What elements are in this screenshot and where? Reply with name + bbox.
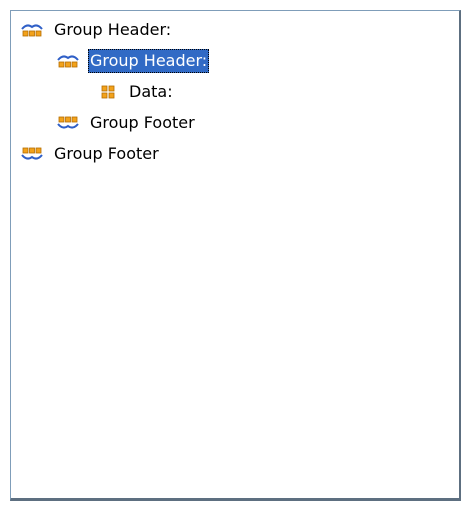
group-footer-icon <box>56 115 80 131</box>
group-footer-icon <box>20 146 44 162</box>
group-header-icon <box>56 53 80 69</box>
tree-node-label-selected: Group Header: <box>88 49 210 73</box>
tree-node-label: Data: <box>129 82 173 101</box>
tree-node-data[interactable]: Data: <box>101 77 175 107</box>
report-structure-tree[interactable]: Group Header: Group Header: Data: Group … <box>10 10 461 501</box>
tree-node-label: Group Footer <box>90 113 195 132</box>
tree-node-group-header-nested[interactable]: Group Header: <box>56 46 210 76</box>
group-header-icon <box>20 22 44 38</box>
tree-node-label: Group Footer <box>54 144 159 163</box>
tree-node-group-footer[interactable]: Group Footer <box>20 139 161 169</box>
tree-node-group-header[interactable]: Group Header: <box>20 15 173 45</box>
data-icon <box>101 85 115 99</box>
tree-node-label: Group Header: <box>54 20 172 39</box>
tree-node-group-footer-nested[interactable]: Group Footer <box>56 108 197 138</box>
